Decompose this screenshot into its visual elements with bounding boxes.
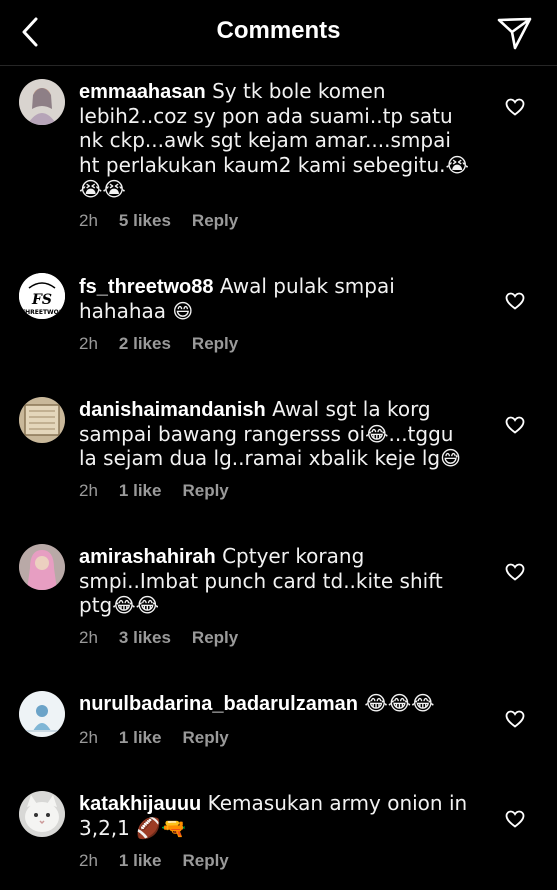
avatar-logo-subtext: THREETWO8 bbox=[21, 309, 63, 316]
comment-meta: 2h 1 like Reply bbox=[79, 851, 250, 871]
comment-likes[interactable]: 1 like bbox=[119, 851, 162, 871]
comment-username[interactable]: nurulbadarina_badarulzaman bbox=[79, 693, 358, 715]
comment-text: danishaimandanish Awal sgt la korg sampa… bbox=[79, 397, 474, 472]
heart-icon[interactable] bbox=[505, 563, 525, 581]
comment-username[interactable]: emmaahasan bbox=[79, 81, 206, 103]
comment-username[interactable]: fs_threetwo88 bbox=[79, 276, 214, 298]
comment-username[interactable]: katakhijauuu bbox=[79, 793, 201, 815]
comment-text: emmaahasan Sy tk bole komen lebih2..coz … bbox=[79, 79, 474, 203]
comment-likes[interactable]: 1 like bbox=[119, 481, 162, 501]
comment-text: amirashahirah Cptyer korang smpi..Imbat … bbox=[79, 544, 474, 619]
comment-meta: 2h 3 likes Reply bbox=[79, 628, 259, 648]
avatar[interactable] bbox=[19, 397, 65, 443]
avatar[interactable] bbox=[19, 791, 65, 837]
avatar-logo-text: FS bbox=[31, 292, 52, 308]
comment-timestamp: 2h bbox=[79, 481, 98, 500]
heart-icon[interactable] bbox=[505, 416, 525, 434]
header-bar: Comments bbox=[0, 0, 557, 66]
comment-meta: 2h 1 like Reply bbox=[79, 481, 250, 501]
comment-meta: 2h 2 likes Reply bbox=[79, 334, 259, 354]
comment-body: 😂😂😂 bbox=[357, 691, 435, 715]
comment-likes[interactable]: 2 likes bbox=[119, 334, 171, 354]
heart-icon[interactable] bbox=[505, 292, 525, 310]
comment-likes[interactable]: 3 likes bbox=[119, 628, 171, 648]
comment-timestamp: 2h bbox=[79, 211, 98, 230]
comment-username[interactable]: danishaimandanish bbox=[79, 399, 266, 421]
comment-text: katakhijauuu Kemasukan army onion in 3,2… bbox=[79, 791, 474, 841]
comment-text: fs_threetwo88 Awal pulak smpai hahahaa 😄 bbox=[79, 274, 474, 324]
avatar[interactable] bbox=[19, 79, 65, 125]
comment-timestamp: 2h bbox=[79, 628, 98, 647]
heart-icon[interactable] bbox=[505, 810, 525, 828]
reply-button[interactable]: Reply bbox=[192, 211, 238, 231]
comment-meta: 2h 1 like Reply bbox=[79, 728, 250, 748]
page-title: Comments bbox=[216, 17, 341, 44]
reply-button[interactable]: Reply bbox=[192, 334, 238, 354]
direct-message-icon[interactable] bbox=[494, 12, 534, 52]
comment-likes[interactable]: 1 like bbox=[119, 728, 162, 748]
comment-likes[interactable]: 5 likes bbox=[119, 211, 171, 231]
avatar[interactable] bbox=[19, 691, 65, 737]
avatar[interactable]: FS THREETWO8 bbox=[19, 273, 65, 319]
reply-button[interactable]: Reply bbox=[182, 851, 228, 871]
heart-icon[interactable] bbox=[505, 710, 525, 728]
avatar[interactable] bbox=[19, 544, 65, 590]
reply-button[interactable]: Reply bbox=[182, 481, 228, 501]
comment-timestamp: 2h bbox=[79, 851, 98, 870]
reply-button[interactable]: Reply bbox=[182, 728, 228, 748]
comment-username[interactable]: amirashahirah bbox=[79, 546, 216, 568]
reply-button[interactable]: Reply bbox=[192, 628, 238, 648]
heart-icon[interactable] bbox=[505, 98, 525, 116]
comment-meta: 2h 5 likes Reply bbox=[79, 211, 259, 231]
comment-timestamp: 2h bbox=[79, 334, 98, 353]
comment-text: nurulbadarina_badarulzaman 😂😂😂 bbox=[79, 691, 474, 717]
comment-timestamp: 2h bbox=[79, 728, 98, 747]
